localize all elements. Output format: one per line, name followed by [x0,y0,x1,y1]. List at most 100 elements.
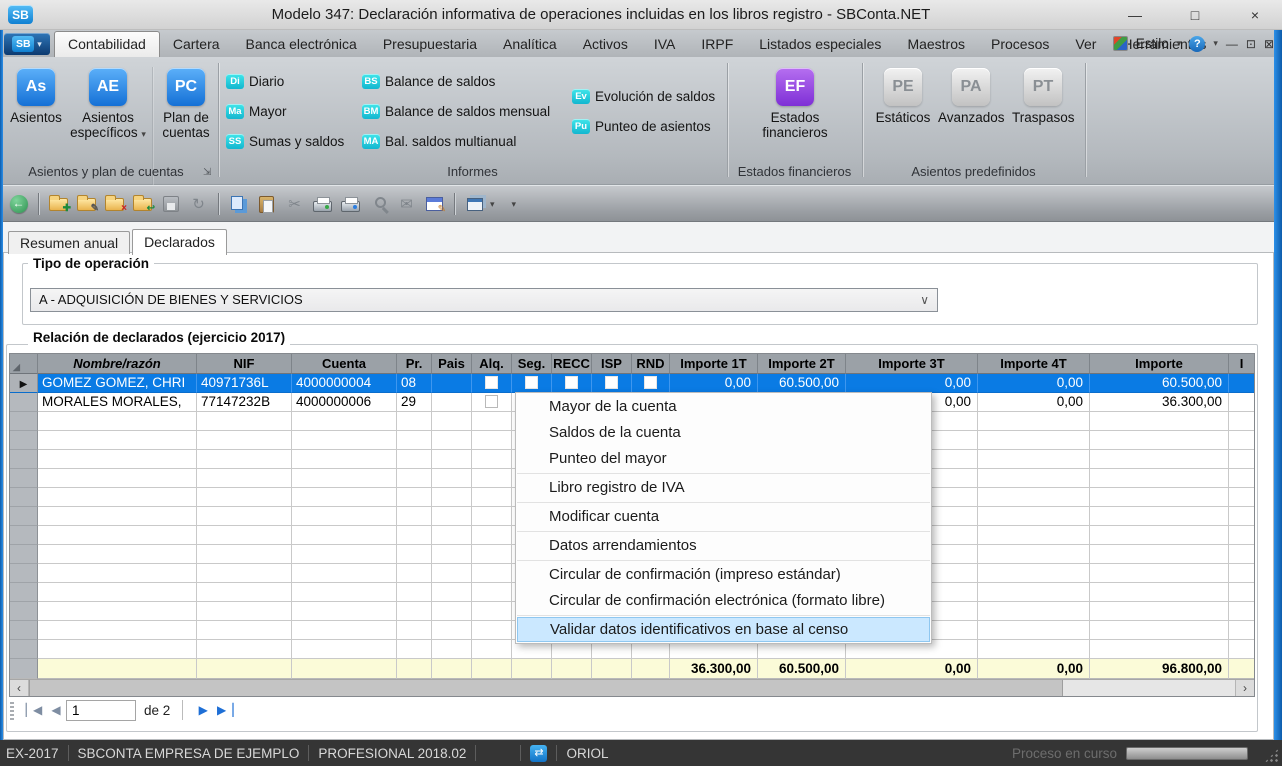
evolucion-saldos-button[interactable]: Ev Evolución de saldos [572,89,715,104]
predefinidos-estaticos-button[interactable]: PE Estáticos [874,68,932,125]
save-button[interactable] [158,192,183,217]
column-header-seg[interactable]: Seg. [512,354,552,374]
print-setup-button[interactable] [338,192,363,217]
print-button[interactable] [310,192,335,217]
checkbox-rnd[interactable] [644,376,657,389]
toolbar-options-icon[interactable]: ▾ [512,199,517,210]
column-header-pais[interactable]: Pais [432,354,472,374]
report-designer-button[interactable] [422,192,447,217]
undo-record-button[interactable]: ↩ [130,192,155,217]
menu-item-datos-arrendamientos[interactable]: Datos arrendamientos [516,533,931,559]
ribbon-tab-activos[interactable]: Activos [570,31,641,57]
column-header-pr[interactable]: Pr. [397,354,432,374]
column-header-partial[interactable]: I [1229,354,1254,374]
title-bar[interactable]: SB Modelo 347: Declaración informativa d… [0,0,1282,30]
grid-corner-cell[interactable]: ◢ [10,354,38,374]
column-header-nif[interactable]: NIF [197,354,292,374]
estados-financieros-button[interactable]: EF Estados financieros [758,68,832,140]
ribbon-tab-maestros[interactable]: Maestros [894,31,978,57]
ribbon-tab-procesos[interactable]: Procesos [978,31,1062,57]
column-header-alq[interactable]: Alq. [472,354,512,374]
cut-button[interactable]: ✂ [282,192,307,217]
copy-button[interactable] [226,192,251,217]
drag-handle[interactable] [10,700,14,720]
tab-declarados[interactable]: Declarados [132,229,227,255]
style-button[interactable]: Estilo [1136,36,1169,51]
page-number-input[interactable] [66,700,136,721]
checkbox-isp[interactable] [605,376,618,389]
plan-de-cuentas-button[interactable]: PC Plan de cuentas [158,68,214,140]
scroll-left-icon[interactable]: ‹ [10,680,29,696]
column-header-recc[interactable]: RECC [552,354,592,374]
refresh-button[interactable]: ↻ [186,192,211,217]
close-button[interactable]: × [1246,7,1264,23]
paste-button[interactable] [254,192,279,217]
tab-resumen-anual[interactable]: Resumen anual [8,231,130,254]
next-page-button[interactable]: ▶ [191,703,213,717]
dialog-launcher-icon[interactable]: ⇲ [203,167,211,178]
menu-item-punteo-mayor[interactable]: Punteo del mayor [516,446,931,472]
ribbon-tab-iva[interactable]: IVA [641,31,689,57]
diario-button[interactable]: Di Diario [226,74,284,89]
ribbon-tab-analitica[interactable]: Analítica [490,31,570,57]
asientos-especificos-button[interactable]: AE Asientos específicos ▾ [70,68,146,142]
ribbon-close-icon[interactable]: ⊠ [1264,37,1274,51]
application-menu-button[interactable]: SB ▾ [4,33,50,55]
table-row-selected[interactable]: ▶ GOMEZ GOMEZ, CHRI 40971736L 4000000004… [10,374,1254,393]
balance-saldos-mensual-button[interactable]: BM Balance de saldos mensual [362,104,550,119]
ribbon-tab-ver[interactable]: Ver [1062,31,1109,57]
horizontal-scrollbar[interactable]: ‹ › [10,679,1254,696]
column-header-importe4t[interactable]: Importe 4T [978,354,1090,374]
resize-grip[interactable] [1264,748,1279,763]
connection-icon[interactable]: ⇄ [530,745,547,762]
delete-record-button[interactable]: × [102,192,127,217]
asientos-button[interactable]: As Asientos [6,68,66,125]
maximize-button[interactable]: □ [1186,7,1204,23]
balance-saldos-multianual-button[interactable]: MA Bal. saldos multianual [362,134,516,149]
mayor-button[interactable]: Ma Mayor [226,104,287,119]
menu-item-mayor-cuenta[interactable]: Mayor de la cuenta [516,394,931,420]
predefinidos-traspasos-button[interactable]: PT Traspasos [1012,68,1074,125]
scroll-right-icon[interactable]: › [1235,680,1254,696]
ribbon-tab-banca[interactable]: Banca electrónica [233,31,370,57]
column-header-importe[interactable]: Importe [1090,354,1229,374]
column-header-cuenta[interactable]: Cuenta [292,354,397,374]
checkbox-recc[interactable] [565,376,578,389]
menu-item-saldos-cuenta[interactable]: Saldos de la cuenta [516,420,931,446]
style-dropdown-icon[interactable]: ▾ [1177,38,1182,49]
punteo-asientos-button[interactable]: Pu Punteo de asientos [572,119,711,134]
edit-record-button[interactable]: ✎ [74,192,99,217]
windows-dropdown-icon[interactable]: ▾ [490,199,495,210]
column-header-importe1t[interactable]: Importe 1T [670,354,758,374]
print-preview-button[interactable] [366,192,391,217]
ribbon-tab-presupuestaria[interactable]: Presupuestaria [370,31,490,57]
predefinidos-avanzados-button[interactable]: PA Avanzados [938,68,1004,125]
column-header-isp[interactable]: ISP [592,354,632,374]
ribbon-tab-cartera[interactable]: Cartera [160,31,233,57]
back-button[interactable]: ← [6,192,31,217]
tipo-operacion-select[interactable]: A - ADQUISICIÓN DE BIENES Y SERVICIOS ∨ [30,288,938,312]
last-page-button[interactable]: ▶▕ [213,703,235,717]
column-header-rnd[interactable]: RND [632,354,670,374]
ribbon-minimize-icon[interactable]: — [1226,37,1238,51]
menu-item-circular-impreso[interactable]: Circular de confirmación (impreso estánd… [516,562,931,588]
new-record-button[interactable]: ✚ [46,192,71,217]
column-header-importe2t[interactable]: Importe 2T [758,354,846,374]
ribbon-tab-contabilidad[interactable]: Contabilidad [54,31,160,57]
minimize-button[interactable]: — [1126,7,1144,23]
sumas-y-saldos-button[interactable]: SS Sumas y saldos [226,134,344,149]
scrollbar-thumb[interactable] [29,680,1063,696]
ribbon-float-icon[interactable]: ⊡ [1246,37,1256,51]
first-page-button[interactable]: ▏◀ [22,703,44,717]
previous-page-button[interactable]: ◀ [44,703,66,717]
checkbox-seg[interactable] [525,376,538,389]
checkbox-alq[interactable] [485,395,498,408]
menu-item-modificar-cuenta[interactable]: Modificar cuenta [516,504,931,530]
column-header-nombre[interactable]: Nombre/razón [38,354,197,374]
menu-item-circular-electronica[interactable]: Circular de confirmación electrónica (fo… [516,588,931,614]
help-dropdown-icon[interactable]: ▾ [1213,38,1218,49]
ribbon-tab-listados[interactable]: Listados especiales [746,31,894,57]
checkbox-alq[interactable] [485,376,498,389]
windows-button[interactable] [462,192,487,217]
menu-item-validar-datos[interactable]: Validar datos identificativos en base al… [517,617,930,642]
